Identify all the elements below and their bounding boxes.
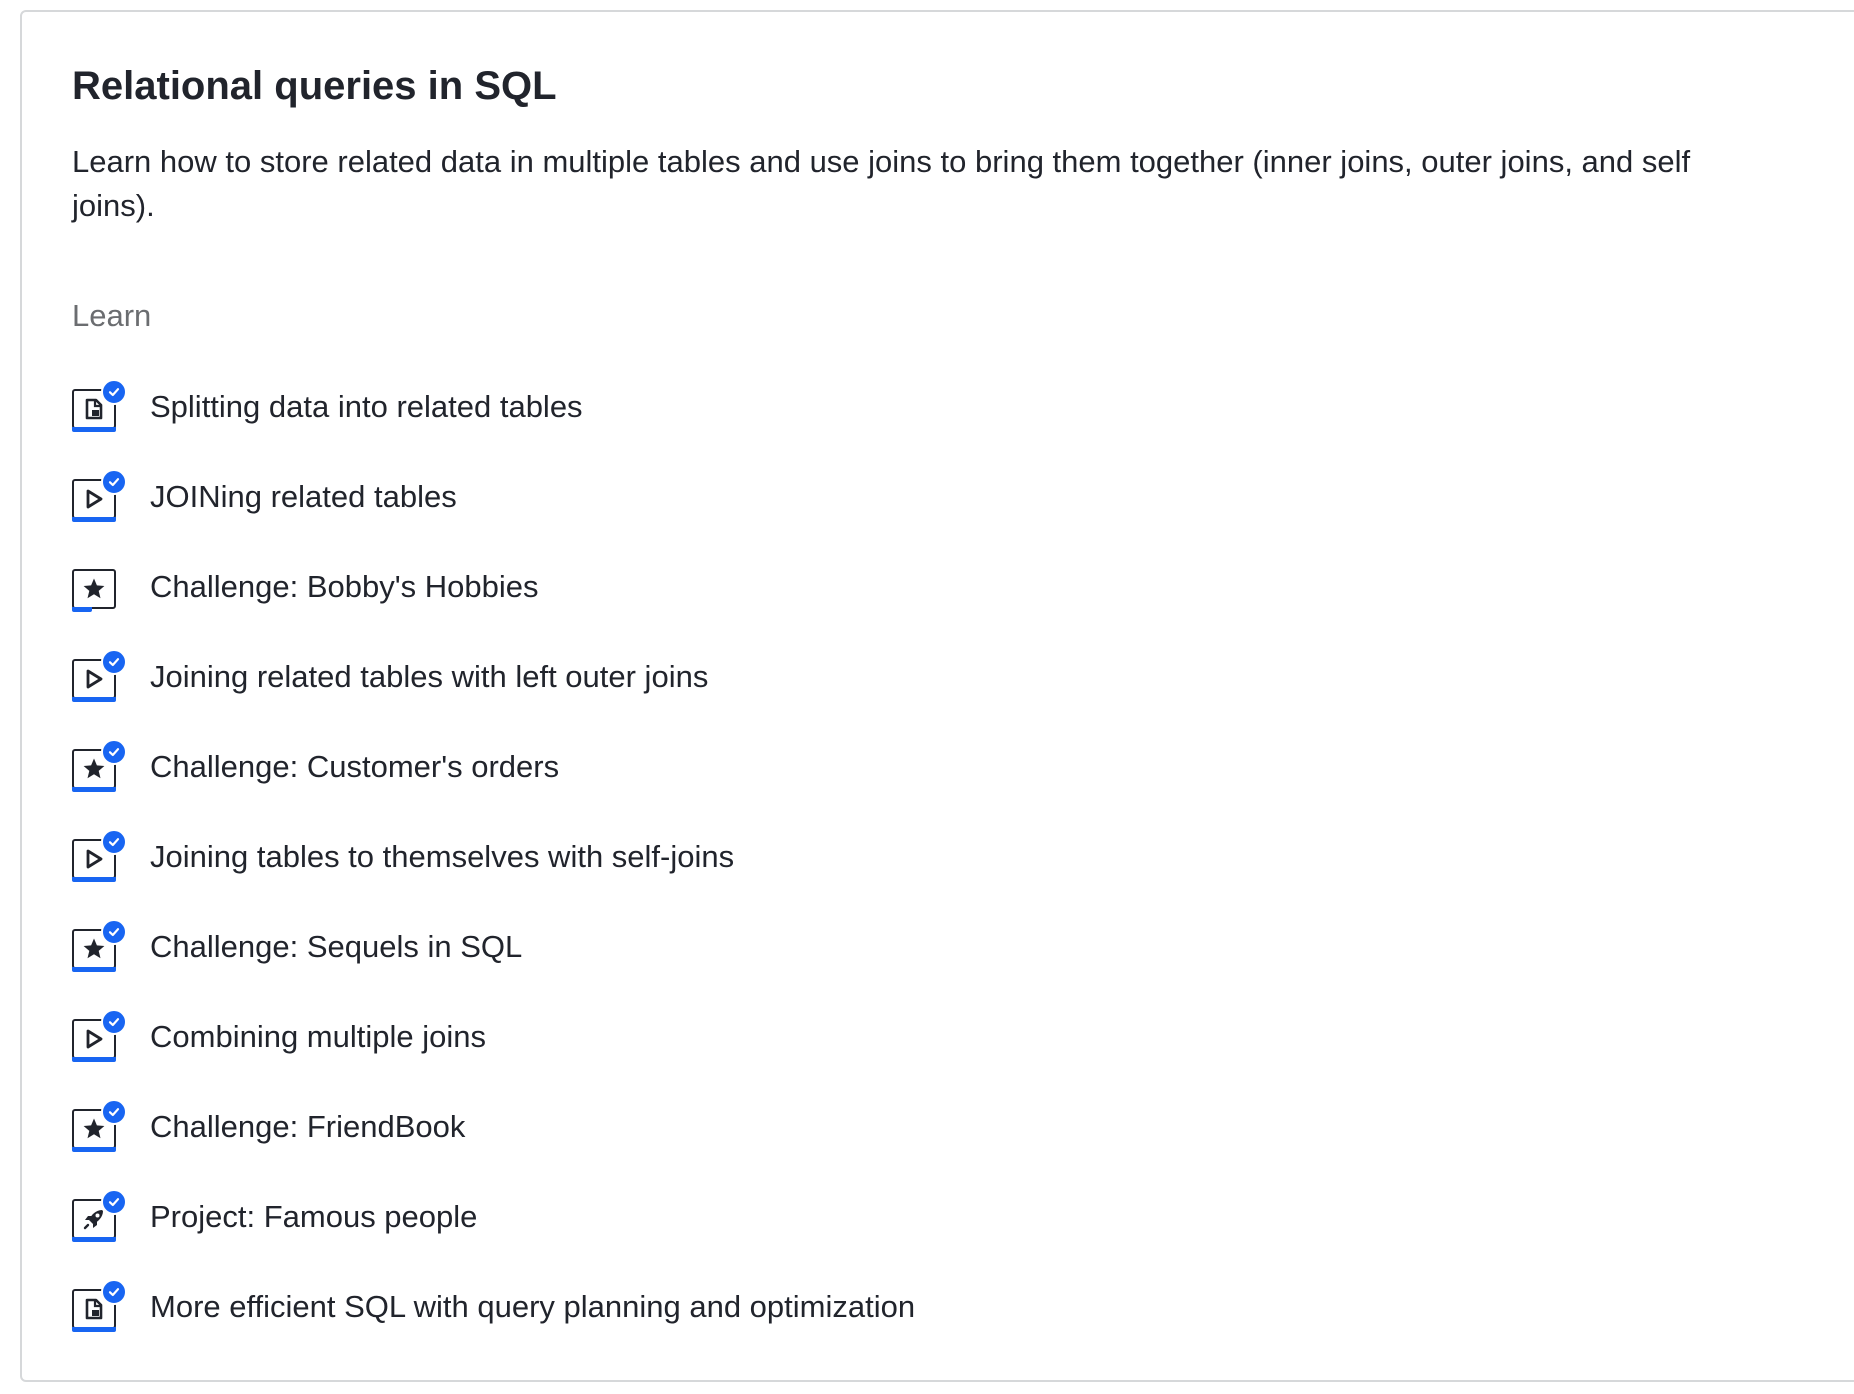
- unit-description: Learn how to store related data in multi…: [72, 144, 1691, 223]
- lesson-icon-wrapper: [70, 469, 127, 525]
- lesson-item[interactable]: Joining tables to themselves with self-j…: [70, 812, 915, 902]
- lesson-icon-wrapper: [70, 1189, 127, 1245]
- completed-check-icon: [101, 1279, 127, 1305]
- completed-check-icon: [101, 1009, 127, 1035]
- lesson-item[interactable]: JOINing related tables: [70, 452, 915, 542]
- progress-bar: [72, 1237, 116, 1242]
- progress-bar: [72, 787, 116, 792]
- lesson-link[interactable]: Joining related tables with left outer j…: [150, 655, 708, 699]
- lesson-icon-wrapper: [70, 649, 127, 705]
- progress-bar: [72, 967, 116, 972]
- lesson-icon-wrapper: [70, 739, 127, 795]
- lesson-icon-wrapper: [70, 829, 127, 885]
- lesson-icon-wrapper: [70, 559, 122, 615]
- lesson-icon-wrapper: [70, 1279, 127, 1335]
- unit-title: Relational queries in SQL: [72, 64, 557, 108]
- lesson-link[interactable]: Challenge: Customer's orders: [150, 745, 559, 789]
- completed-check-icon: [101, 469, 127, 495]
- completed-check-icon: [101, 829, 127, 855]
- challenge-star-icon: [72, 569, 116, 609]
- unit-card: Relational queries in SQL Learn how to s…: [20, 10, 1854, 1382]
- completed-check-icon: [101, 649, 127, 675]
- lesson-item[interactable]: Joining related tables with left outer j…: [70, 632, 915, 722]
- lesson-link[interactable]: Splitting data into related tables: [150, 385, 583, 429]
- lesson-icon-wrapper: [70, 1099, 127, 1155]
- progress-bar: [72, 697, 116, 702]
- completed-check-icon: [101, 1099, 127, 1125]
- progress-bar: [72, 877, 116, 882]
- lesson-icon-wrapper: [70, 379, 127, 435]
- lesson-item[interactable]: Splitting data into related tables: [70, 362, 915, 452]
- completed-check-icon: [101, 1189, 127, 1215]
- lesson-list: Splitting data into related tables JOINin…: [70, 362, 915, 1352]
- lesson-item[interactable]: Challenge: Bobby's Hobbies: [70, 542, 915, 632]
- progress-bar: [72, 1327, 116, 1332]
- lesson-link[interactable]: Challenge: Sequels in SQL: [150, 925, 522, 969]
- lesson-item[interactable]: Project: Famous people: [70, 1172, 915, 1262]
- progress-bar: [72, 427, 116, 432]
- lesson-icon-wrapper: [70, 919, 127, 975]
- lesson-item[interactable]: Combining multiple joins: [70, 992, 915, 1082]
- lesson-item[interactable]: Challenge: Customer's orders: [70, 722, 915, 812]
- progress-bar: [72, 1147, 116, 1152]
- lesson-link[interactable]: Joining tables to themselves with self-j…: [150, 835, 734, 879]
- completed-check-icon: [101, 379, 127, 405]
- lesson-link[interactable]: Project: Famous people: [150, 1195, 477, 1239]
- lesson-link[interactable]: Challenge: Bobby's Hobbies: [150, 565, 539, 609]
- completed-check-icon: [101, 919, 127, 945]
- lesson-item[interactable]: Challenge: FriendBook: [70, 1082, 915, 1172]
- progress-bar: [72, 517, 116, 522]
- progress-bar: [72, 607, 92, 612]
- lesson-link[interactable]: More efficient SQL with query planning a…: [150, 1285, 915, 1329]
- lesson-item[interactable]: More efficient SQL with query planning a…: [70, 1262, 915, 1352]
- section-label-learn: Learn: [72, 298, 152, 333]
- lesson-item[interactable]: Challenge: Sequels in SQL: [70, 902, 915, 992]
- lesson-link[interactable]: Combining multiple joins: [150, 1015, 486, 1059]
- lesson-link[interactable]: Challenge: FriendBook: [150, 1105, 465, 1149]
- lesson-link[interactable]: JOINing related tables: [150, 475, 457, 519]
- lesson-icon-wrapper: [70, 1009, 127, 1065]
- completed-check-icon: [101, 739, 127, 765]
- progress-bar: [72, 1057, 116, 1062]
